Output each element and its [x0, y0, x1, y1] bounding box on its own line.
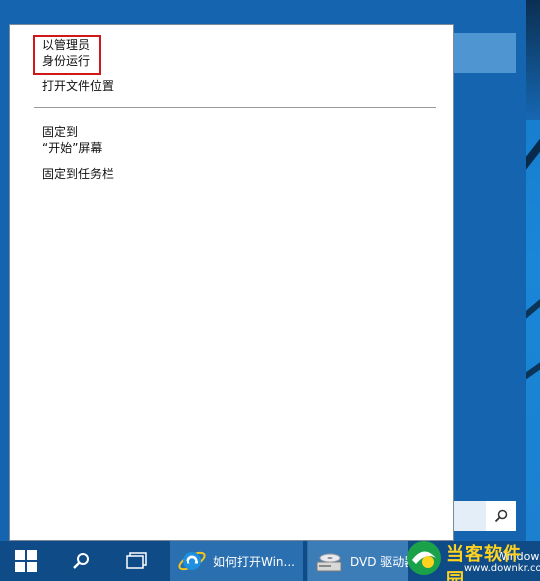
brand-logo-icon: [407, 541, 441, 575]
start-tile[interactable]: [454, 33, 516, 73]
menu-item-label: 以管理员: [42, 38, 91, 52]
task-view-button[interactable]: [112, 541, 162, 581]
task-label: DVD 驱动器: [350, 554, 408, 569]
watermark-brand-text: 当客软件园: [446, 544, 522, 581]
watermark-logo: Windows 当客软件园 www.downkr.com: [404, 536, 540, 581]
dvd-drive-icon: [316, 553, 342, 572]
menu-item-run-as-admin[interactable]: 以管理员 身份运行: [42, 37, 90, 69]
menu-item-open-file-location[interactable]: 打开文件位置: [42, 78, 114, 94]
search-icon: [494, 509, 508, 523]
wallpaper-streak: [526, 0, 540, 120]
internet-explorer-icon: [178, 551, 206, 571]
taskbar-search-button[interactable]: [58, 541, 104, 581]
menu-item-label: 打开文件位置: [42, 79, 115, 93]
context-menu: 以管理员 身份运行 打开文件位置 固定到 “开始”屏幕 固定到任务栏: [9, 24, 454, 541]
watermark-url: www.downkr.com: [464, 563, 540, 574]
windows-logo-icon: [15, 550, 37, 572]
menu-item-label: 固定到: [42, 125, 79, 139]
search-button[interactable]: [486, 501, 516, 531]
menu-item-label: 身份运行: [42, 54, 91, 68]
menu-item-pin-to-taskbar[interactable]: 固定到任务栏: [42, 166, 114, 182]
menu-item-label: 固定到任务栏: [42, 167, 115, 181]
search-icon: [73, 553, 89, 569]
menu-separator: [34, 107, 436, 108]
menu-item-pin-to-start[interactable]: 固定到 “开始”屏幕: [42, 124, 102, 156]
taskbar-item-dvd-drive[interactable]: DVD 驱动器: [307, 541, 408, 581]
taskbar-item-internet-explorer[interactable]: 如何打开Win...: [170, 541, 303, 581]
menu-item-label: “开始”屏幕: [42, 141, 103, 155]
task-label: 如何打开Win...: [213, 554, 295, 569]
task-view-icon: [126, 552, 147, 569]
start-button[interactable]: [0, 541, 52, 581]
